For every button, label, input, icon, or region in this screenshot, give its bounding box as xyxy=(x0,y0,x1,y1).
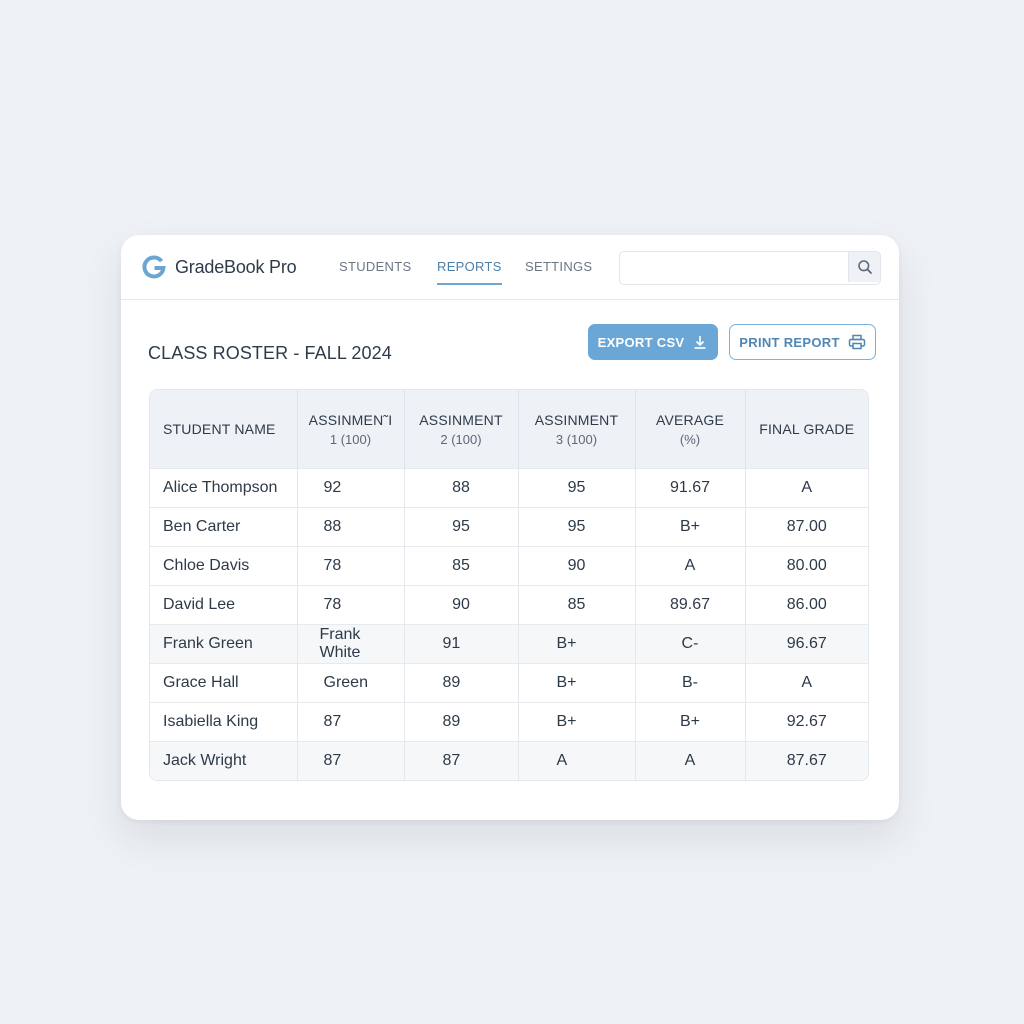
cell-average: 89.67 xyxy=(635,585,746,625)
column-header-final-grade[interactable]: FINAL GRADE xyxy=(745,390,868,469)
cell-average: A xyxy=(635,546,746,586)
gradebook-logo-icon xyxy=(142,255,166,279)
cell-assignment-3: 90 xyxy=(518,546,636,586)
cell-student-name: Grace Hall xyxy=(150,663,298,703)
page-title: CLASS ROSTER - FALL 2024 xyxy=(148,343,392,363)
cell-average: 91.67 xyxy=(635,468,746,508)
cell-assignment-2: 91 xyxy=(404,624,519,664)
cell-average: B+ xyxy=(635,507,746,547)
cell-assignment-2: 89 xyxy=(404,702,519,742)
cell-assignment-3: 85 xyxy=(518,585,636,625)
table-row[interactable]: Chloe Davis 78 85 90 A 80.00 xyxy=(150,546,868,586)
export-csv-label: EXPORT CSV xyxy=(597,334,685,350)
print-report-label: PRINT REPORT xyxy=(739,334,840,350)
brand[interactable]: GradeBook Pro xyxy=(141,253,297,281)
export-csv-button[interactable]: EXPORT CSV xyxy=(588,324,718,360)
cell-student-name: Isabiella King xyxy=(150,702,298,742)
search-box xyxy=(619,251,881,285)
cell-assignment-3: 95 xyxy=(518,507,636,547)
cell-final-grade: 92.67 xyxy=(745,702,868,742)
cell-assignment-1: 92 xyxy=(297,468,405,508)
cell-assignment-3: A xyxy=(518,741,636,780)
download-icon xyxy=(694,336,706,349)
cell-final-grade: 86.00 xyxy=(745,585,868,625)
cell-student-name: Frank Green xyxy=(150,624,298,664)
cell-assignment-1: 87 xyxy=(297,702,405,742)
table-row[interactable]: Jack Wright 87 87 A A 87.67 xyxy=(150,741,868,780)
cell-assignment-1: 87 xyxy=(297,741,405,780)
app-name: GradeBook Pro xyxy=(175,256,297,277)
roster-table: STUDENT NAME ASSINMEN˜I 1 (100) ASSINMEN… xyxy=(150,390,868,780)
table-row[interactable]: David Lee 78 90 85 89.67 86.00 xyxy=(150,585,868,625)
cell-final-grade: A xyxy=(745,663,868,703)
table-row[interactable]: Alice Thompson 92 88 95 91.67 A xyxy=(150,468,868,508)
cell-final-grade: 80.00 xyxy=(745,546,868,586)
table-row[interactable]: Ben Carter 88 95 95 B+ 87.00 xyxy=(150,507,868,547)
top-navigation-bar: GradeBook Pro STUDENTS REPORTS SETTINGS xyxy=(121,235,899,300)
search-button[interactable] xyxy=(848,252,880,282)
roster-table-container: STUDENT NAME ASSINMEN˜I 1 (100) ASSINMEN… xyxy=(149,389,869,781)
cell-student-name: David Lee xyxy=(150,585,298,625)
search-icon xyxy=(857,260,872,274)
cell-assignment-1: Frank White xyxy=(297,624,405,664)
print-report-button[interactable]: PRINT REPORT xyxy=(729,324,876,360)
cell-assignment-2: 95 xyxy=(404,507,519,547)
cell-student-name: Jack Wright xyxy=(150,741,298,780)
cell-assignment-2: 87 xyxy=(404,741,519,780)
search-input[interactable] xyxy=(620,252,848,282)
column-header-student-name[interactable]: STUDENT NAME xyxy=(150,390,298,469)
cell-student-name: Ben Carter xyxy=(150,507,298,547)
tab-reports[interactable]: REPORTS xyxy=(437,259,502,285)
table-row[interactable]: Grace Hall Green 89 B+ B- A xyxy=(150,663,868,703)
cell-final-grade: 87.00 xyxy=(745,507,868,547)
cell-assignment-1: 88 xyxy=(297,507,405,547)
cell-assignment-1: Green xyxy=(297,663,405,703)
cell-average: C- xyxy=(635,624,746,664)
cell-final-grade: A xyxy=(745,468,868,508)
cell-average: B+ xyxy=(635,702,746,742)
cell-assignment-2: 90 xyxy=(404,585,519,625)
cell-assignment-3: B+ xyxy=(518,702,636,742)
cell-assignment-3: B+ xyxy=(518,663,636,703)
cell-final-grade: 87.67 xyxy=(745,741,868,780)
tab-settings[interactable]: SETTINGS xyxy=(525,259,592,283)
cell-assignment-2: 85 xyxy=(404,546,519,586)
column-header-average[interactable]: AVERAGE (%) xyxy=(635,390,746,469)
cell-assignment-3: 95 xyxy=(518,468,636,508)
cell-assignment-2: 89 xyxy=(404,663,519,703)
printer-icon xyxy=(848,334,865,350)
column-header-assignment-1[interactable]: ASSINMEN˜I 1 (100) xyxy=(297,390,405,469)
cell-student-name: Alice Thompson xyxy=(150,468,298,508)
column-header-assignment-3[interactable]: ASSINMENT 3 (100) xyxy=(518,390,636,469)
cell-average: B- xyxy=(635,663,746,703)
cell-student-name: Chloe Davis xyxy=(150,546,298,586)
cell-assignment-2: 88 xyxy=(404,468,519,508)
gradebook-window: GradeBook Pro STUDENTS REPORTS SETTINGS … xyxy=(121,235,899,820)
table-row[interactable]: Isabiella King 87 89 B+ B+ 92.67 xyxy=(150,702,868,742)
tab-students[interactable]: STUDENTS xyxy=(339,259,411,283)
table-row[interactable]: Frank Green Frank White 91 B+ C- 96.67 xyxy=(150,624,868,664)
cell-final-grade: 96.67 xyxy=(745,624,868,664)
cell-average: A xyxy=(635,741,746,780)
cell-assignment-3: B+ xyxy=(518,624,636,664)
table-header-row: STUDENT NAME ASSINMEN˜I 1 (100) ASSINMEN… xyxy=(150,390,868,469)
cell-assignment-1: 78 xyxy=(297,546,405,586)
column-header-assignment-2[interactable]: ASSINMENT 2 (100) xyxy=(404,390,519,469)
cell-assignment-1: 78 xyxy=(297,585,405,625)
